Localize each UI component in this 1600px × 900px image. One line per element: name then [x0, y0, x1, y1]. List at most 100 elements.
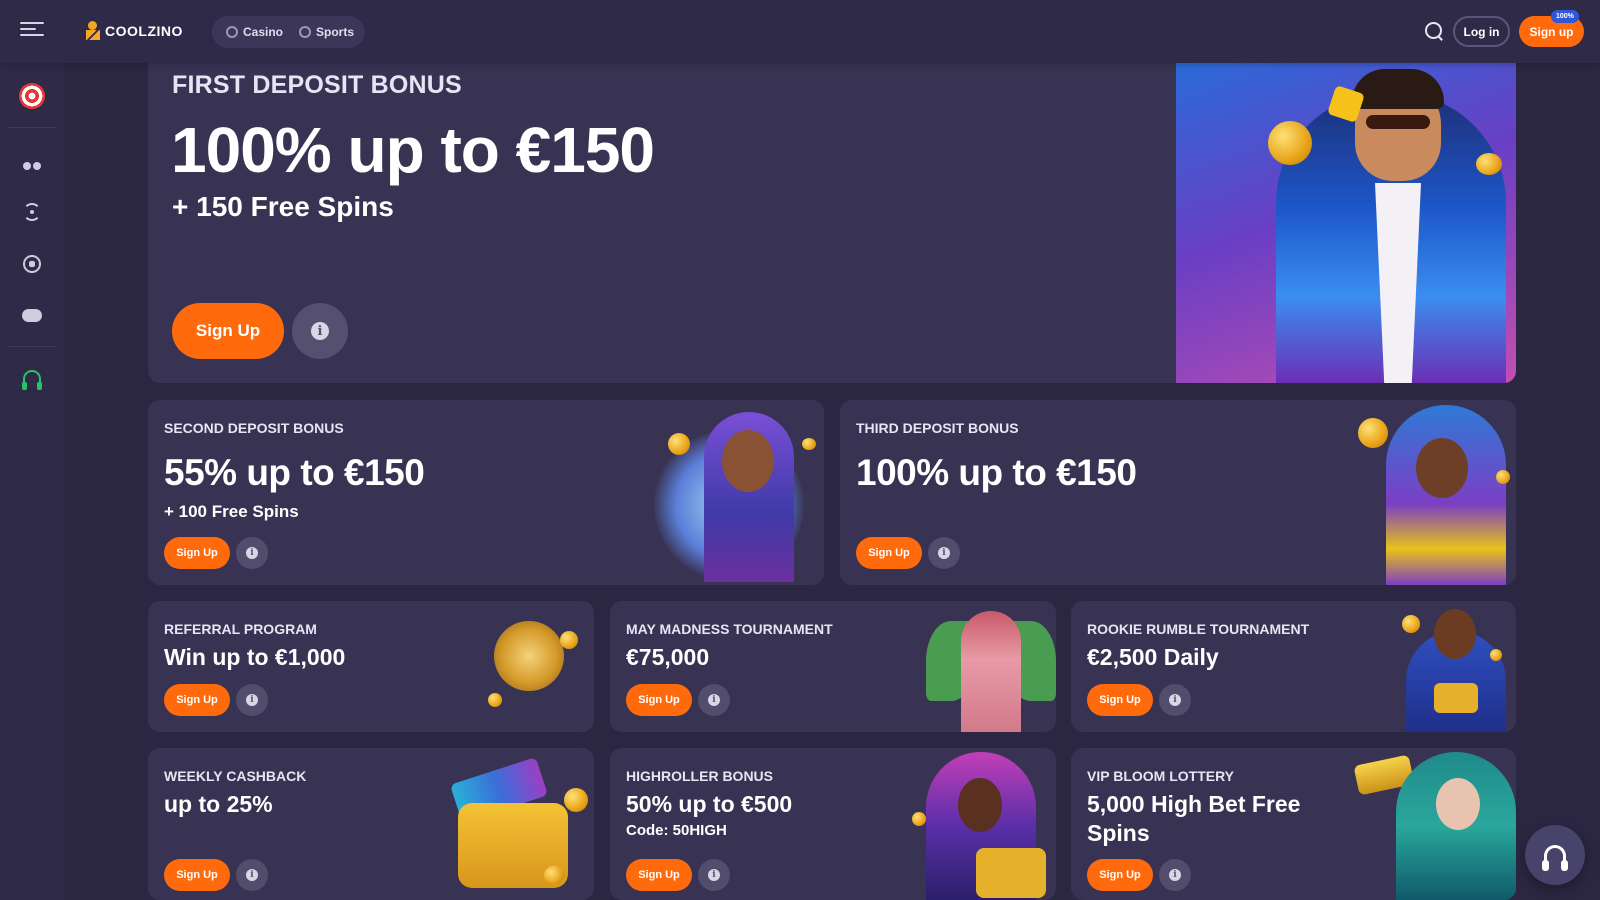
- promo-signup-button[interactable]: Sign Up: [1087, 684, 1153, 716]
- search-icon[interactable]: [1423, 20, 1445, 42]
- promo-art-face: [1434, 609, 1476, 659]
- tab-casino[interactable]: Casino: [220, 19, 289, 45]
- promo-info-button[interactable]: i: [928, 537, 960, 569]
- promo-art-chest: [976, 848, 1046, 898]
- promo-title: THIRD DEPOSIT BONUS: [856, 420, 1019, 436]
- promo-fairy-image: [926, 601, 1056, 732]
- coin-icon: [1402, 615, 1420, 633]
- signup-bonus-badge: 100%: [1551, 10, 1579, 23]
- info-icon: i: [246, 547, 258, 559]
- sidebar-item-sports[interactable]: [12, 244, 52, 284]
- promo-amount: €75,000: [626, 644, 710, 670]
- promo-info-button[interactable]: i: [236, 859, 268, 891]
- promo-title: REFERRAL PROGRAM: [164, 621, 317, 637]
- cherry-icon: [23, 152, 41, 170]
- promo-amount: Win up to €1,000: [164, 644, 346, 670]
- tab-sports[interactable]: Sports: [293, 19, 360, 45]
- promo-art-trophy: [1434, 683, 1478, 713]
- promo-info-button[interactable]: i: [236, 537, 268, 569]
- promo-card-may-madness: MAY MADNESS TOURNAMENT €75,000 Sign Up i: [610, 601, 1056, 732]
- hero-hair: [1352, 69, 1444, 109]
- info-icon: i: [708, 869, 720, 881]
- promo-amount: 50% up to €500: [626, 791, 793, 817]
- tab-casino-label: Casino: [243, 25, 284, 39]
- top-bar: COOLZINO Casino Sports Log in Sign up 10…: [0, 0, 1600, 63]
- sidebar-item-casino[interactable]: [12, 141, 52, 181]
- promo-cashback-image: [444, 748, 594, 900]
- promo-info-button[interactable]: i: [698, 684, 730, 716]
- headphones-icon: [1542, 845, 1568, 871]
- hero-banner: FIRST DEPOSIT BONUS 100% up to €150 + 15…: [148, 63, 1516, 383]
- promo-subtitle: + 100 Free Spins: [164, 502, 299, 521]
- promo-card-third-deposit: THIRD DEPOSIT BONUS 100% up to €150 Sign…: [840, 400, 1516, 585]
- soccer-ball-icon: [23, 255, 41, 273]
- sidebar-divider: [8, 346, 56, 347]
- promo-title: SECOND DEPOSIT BONUS: [164, 420, 344, 436]
- promo-code: Code: 50HIGH: [626, 822, 727, 839]
- promo-signup-button[interactable]: Sign Up: [164, 859, 230, 891]
- logo[interactable]: COOLZINO: [86, 21, 183, 41]
- promo-art-face: [1436, 778, 1480, 830]
- logo-mark-icon: [86, 21, 102, 41]
- sidebar-item-support[interactable]: [12, 358, 52, 398]
- info-icon: i: [1169, 694, 1181, 706]
- promo-amount: 55% up to €150: [164, 452, 425, 493]
- target-darts-icon: [19, 83, 45, 109]
- promo-art-face: [958, 778, 1002, 832]
- coin-icon: [912, 812, 926, 826]
- sidebar-item-promotions[interactable]: [12, 76, 52, 116]
- cherry-icon: [226, 26, 238, 38]
- promo-title: VIP BLOOM LOTTERY: [1087, 768, 1235, 784]
- info-icon: i: [246, 869, 258, 881]
- promo-art-figure: [961, 611, 1021, 732]
- hero-label: FIRST DEPOSIT BONUS: [172, 71, 462, 99]
- promo-amount: €2,500 Daily: [1087, 644, 1219, 670]
- coin-icon: [1476, 153, 1502, 175]
- promo-card-second-deposit: SECOND DEPOSIT BONUS 55% up to €150 + 10…: [148, 400, 824, 585]
- promo-art-face: [722, 430, 774, 492]
- promo-info-button[interactable]: i: [698, 859, 730, 891]
- tab-sports-label: Sports: [316, 25, 355, 39]
- promo-megaphone-image: [474, 601, 594, 732]
- promo-card-weekly-cashback: WEEKLY CASHBACK up to 25% Sign Up i: [148, 748, 594, 900]
- promo-info-button[interactable]: i: [236, 684, 268, 716]
- live-broadcast-icon: [23, 203, 41, 221]
- promo-info-button[interactable]: i: [1159, 859, 1191, 891]
- promo-signup-button[interactable]: Sign Up: [1087, 859, 1153, 891]
- sidebar-divider: [8, 127, 56, 128]
- coin-icon: [560, 631, 578, 649]
- sidebar-item-live[interactable]: [12, 192, 52, 232]
- promo-art-megaphone: [494, 621, 564, 691]
- hero-info-button[interactable]: i: [292, 303, 348, 359]
- coin-icon: [544, 866, 564, 884]
- coin-icon: [564, 788, 588, 812]
- login-button[interactable]: Log in: [1453, 16, 1510, 47]
- hamburger-menu-icon[interactable]: [20, 18, 44, 42]
- promo-signup-button[interactable]: Sign Up: [164, 684, 230, 716]
- promo-signup-button[interactable]: Sign Up: [164, 537, 230, 569]
- coin-icon: [1268, 121, 1312, 165]
- sidebar-item-esports[interactable]: [12, 295, 52, 335]
- promo-signup-button[interactable]: Sign Up: [626, 859, 692, 891]
- promo-art-face: [1416, 438, 1468, 498]
- coin-icon: [1490, 649, 1502, 661]
- promo-amount: 100% up to €150: [856, 452, 1137, 493]
- sidebar: [0, 63, 64, 900]
- hero-amount: 100% up to €150: [171, 114, 655, 186]
- promo-signup-button[interactable]: Sign Up: [856, 537, 922, 569]
- promo-amount: up to 25%: [164, 791, 273, 817]
- promo-info-button[interactable]: i: [1159, 684, 1191, 716]
- promo-card-highroller: HIGHROLLER BONUS 50% up to €500 Code: 50…: [610, 748, 1056, 900]
- promo-character-image: [1386, 601, 1516, 732]
- promo-title: MAY MADNESS TOURNAMENT: [626, 621, 833, 637]
- soccer-ball-icon: [299, 26, 312, 38]
- coin-icon: [488, 693, 502, 707]
- promo-card-referral: REFERRAL PROGRAM Win up to €1,000 Sign U…: [148, 601, 594, 732]
- promo-signup-button[interactable]: Sign Up: [626, 684, 692, 716]
- gamepad-icon: [22, 308, 42, 322]
- support-chat-button[interactable]: [1525, 825, 1585, 885]
- promo-character-image: [906, 748, 1056, 900]
- info-icon: i: [1169, 869, 1181, 881]
- coin-icon: [802, 438, 816, 450]
- hero-signup-button[interactable]: Sign Up: [172, 303, 284, 359]
